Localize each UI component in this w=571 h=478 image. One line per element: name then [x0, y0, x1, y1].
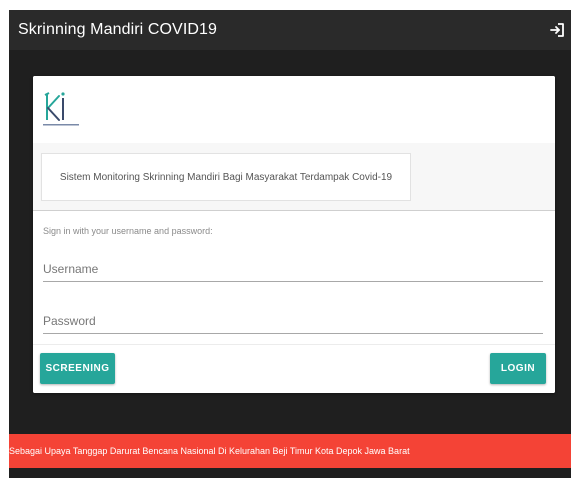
screen: Skrinning Mandiri COVID19 Sistem Monitor… [0, 0, 571, 478]
footer-text: Sebagai Upaya Tanggap Darurat Bencana Na… [9, 446, 410, 456]
app-title: Skrinning Mandiri COVID19 [18, 21, 218, 38]
top-bar: Skrinning Mandiri COVID19 [9, 10, 571, 50]
system-subtitle: Sistem Monitoring Skrinning Mandiri Bagi… [41, 153, 411, 201]
logout-button[interactable] [547, 20, 567, 40]
logout-icon [550, 23, 564, 37]
footer-banner: Sebagai Upaya Tanggap Darurat Bencana Na… [9, 434, 571, 468]
ki-logo-icon [43, 92, 79, 126]
password-input[interactable] [43, 308, 543, 334]
card-actions: SCREENING LOGIN [33, 344, 555, 393]
login-card: Sistem Monitoring Skrinning Mandiri Bagi… [33, 76, 555, 393]
card-header [33, 76, 555, 143]
signin-hint: Sign in with your username and password: [43, 226, 213, 236]
login-form: Sign in with your username and password: [33, 211, 555, 344]
screening-button[interactable]: SCREENING [40, 353, 115, 384]
app-window: Skrinning Mandiri COVID19 Sistem Monitor… [9, 10, 571, 478]
username-input[interactable] [43, 256, 543, 282]
login-button[interactable]: LOGIN [490, 353, 546, 384]
subtitle-band: Sistem Monitoring Skrinning Mandiri Bagi… [33, 143, 555, 211]
